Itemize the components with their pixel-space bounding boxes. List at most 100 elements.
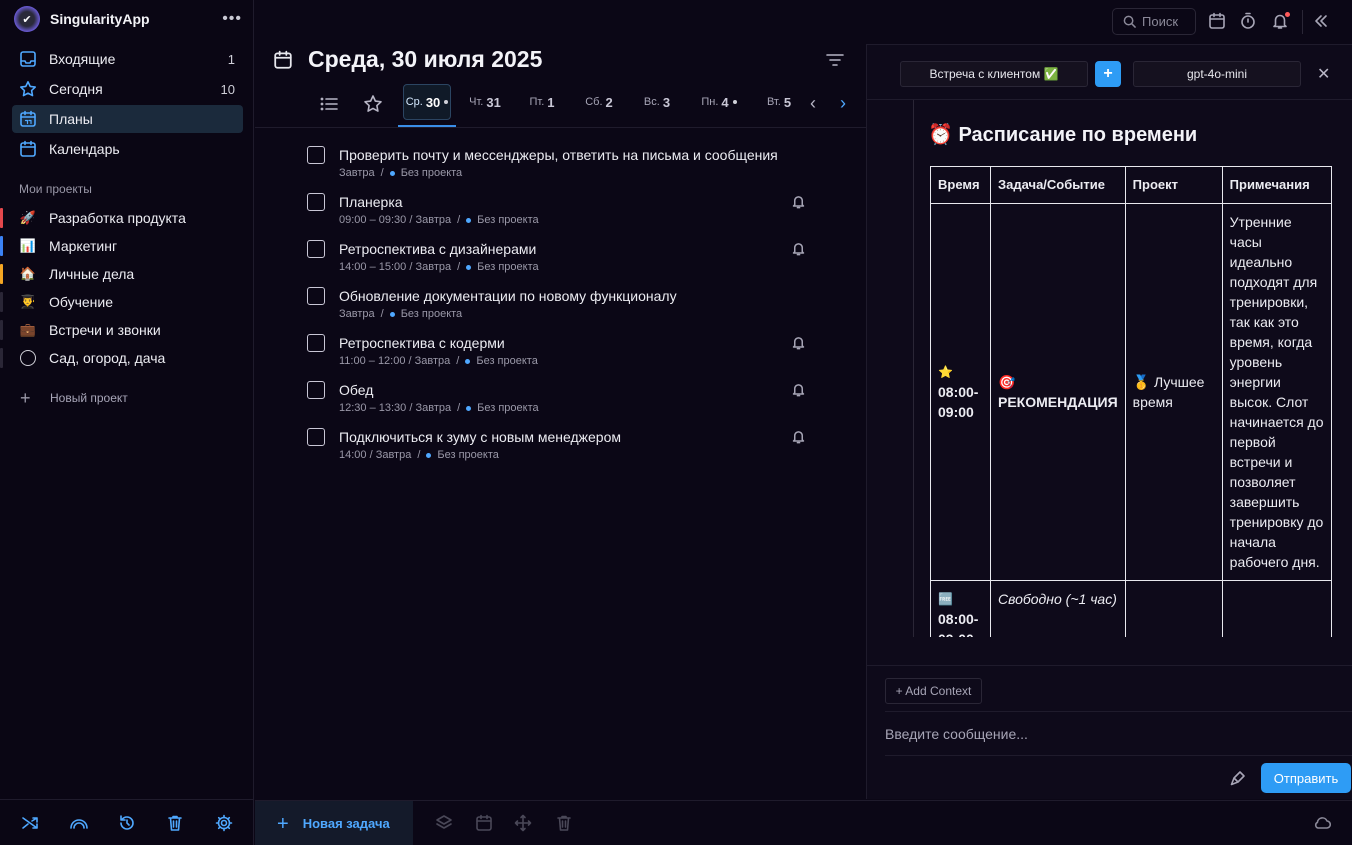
search-box[interactable] — [1112, 8, 1196, 35]
day-tab-sun-3[interactable]: Вс. 3 — [637, 84, 677, 120]
task-item[interactable]: Ретроспектива с дизайнерами 14:00 – 15:0… — [307, 240, 807, 280]
nav-count: 10 — [220, 81, 235, 97]
trash-icon[interactable] — [164, 812, 186, 834]
task-item[interactable]: Обед 12:30 – 13:30 / Завтра / Без проекта — [307, 381, 807, 421]
new-project-button[interactable]: + Новый проект — [20, 389, 128, 407]
task-checkbox[interactable] — [307, 428, 325, 446]
task-title[interactable]: Подключиться к зуму с новым менеджером — [339, 429, 621, 445]
ai-response-content[interactable]: ⏰ Расписание по времени Время Задача/Соб… — [913, 100, 1332, 637]
table-cell-task: Свободно (~1 час) — [990, 580, 1126, 637]
project-item-personal[interactable]: 🏠 Личные дела — [0, 260, 250, 288]
nav-calendar[interactable]: Календарь — [12, 135, 243, 163]
sidebar: ✔ SingularityApp ••• Входящие 1 Сегодня … — [0, 0, 254, 845]
task-time: 12:30 – 13:30 / Завтра — [339, 402, 452, 414]
send-button[interactable]: Отправить — [1261, 763, 1351, 793]
search-icon — [1123, 15, 1136, 28]
divider — [885, 755, 1352, 756]
day-tab-tue-5[interactable]: Вт. 5 — [758, 84, 800, 120]
add-context-button[interactable]: + Add Context — [885, 678, 982, 704]
project-item-meetings[interactable]: 💼 Встречи и звонки — [0, 316, 250, 344]
history-icon[interactable] — [116, 812, 138, 834]
more-options-icon[interactable]: ••• — [222, 10, 242, 28]
model-selector[interactable]: gpt-4o-mini — [1133, 61, 1301, 87]
ai-panel-header: Встреча с клиентом ✅ + gpt-4o-mini ✕ — [867, 45, 1352, 100]
project-item-marketing[interactable]: 📊 Маркетинг — [0, 232, 250, 260]
task-title[interactable]: Ретроспектива с дизайнерами — [339, 241, 536, 257]
project-item-education[interactable]: 👨‍🎓 Обучение — [0, 288, 250, 316]
day-number: 1 — [547, 94, 555, 110]
star-icon[interactable] — [363, 94, 383, 114]
task-checkbox[interactable] — [307, 146, 325, 164]
task-item[interactable]: Проверить почту и мессенджеры, ответить … — [307, 146, 807, 186]
search-input[interactable] — [1142, 14, 1192, 29]
day-of-week: Вт. — [766, 96, 781, 108]
ai-assistant-panel: Встреча с клиентом ✅ + gpt-4o-mini ✕ ⏰ Р… — [866, 44, 1352, 799]
task-checkbox[interactable] — [307, 287, 325, 305]
task-checkbox[interactable] — [307, 193, 325, 211]
bell-icon[interactable] — [791, 194, 806, 209]
add-context-plus-button[interactable]: + — [1095, 61, 1121, 87]
bell-icon[interactable] — [791, 382, 806, 397]
filter-icon[interactable] — [826, 52, 844, 68]
projects-section-title: Мои проекты — [19, 182, 92, 196]
bell-icon[interactable] — [791, 335, 806, 350]
close-icon[interactable]: ✕ — [1317, 64, 1330, 84]
plus-icon: + — [277, 812, 289, 835]
task-item[interactable]: Подключиться к зуму с новым менеджером 1… — [307, 428, 807, 468]
task-item[interactable]: Планерка 09:00 – 09:30 / Завтра / Без прое… — [307, 193, 807, 233]
task-meta: 14:00 / Завтра / Без проекта — [339, 449, 499, 461]
task-checkbox[interactable] — [307, 381, 325, 399]
table-cell-project: 🥇 Лучшее время — [1124, 203, 1223, 581]
task-title[interactable]: Обновление документации по новому функци… — [339, 288, 677, 304]
microphone-icon[interactable] — [1230, 770, 1246, 786]
new-task-label: Новая задача — [302, 816, 390, 831]
project-item-garden[interactable]: Сад, огород, дача — [0, 344, 250, 372]
rainbow-icon[interactable] — [68, 812, 90, 834]
task-title[interactable]: Обед — [339, 382, 373, 398]
shuffle-icon[interactable] — [19, 812, 41, 834]
move-icon[interactable] — [514, 814, 532, 832]
nav-inbox[interactable]: Входящие 1 — [12, 45, 243, 73]
calendar-date-icon — [18, 109, 38, 129]
collapse-left-icon[interactable] — [1312, 12, 1330, 30]
task-checkbox[interactable] — [307, 334, 325, 352]
prev-week-arrow-icon[interactable]: ‹ — [810, 93, 816, 114]
day-tab-sat-2[interactable]: Сб. 2 — [578, 84, 620, 120]
nav-label: Сегодня — [49, 81, 103, 97]
task-project: Без проекта — [400, 308, 463, 320]
bell-icon[interactable] — [791, 429, 806, 444]
new-task-button[interactable]: + Новая задача — [255, 801, 413, 845]
project-item-product-dev[interactable]: 🚀 Разработка продукта — [0, 204, 250, 232]
day-tab-mon-4[interactable]: Пн. 4 — [694, 84, 744, 120]
rocket-icon: 🚀 — [19, 210, 37, 225]
timer-icon[interactable] — [1239, 12, 1257, 30]
next-week-arrow-icon[interactable]: › — [840, 93, 846, 114]
task-item[interactable]: Обновление документации по новому функци… — [307, 287, 807, 327]
sidebar-footer — [0, 799, 254, 845]
day-tab-wed-30[interactable]: Ср. 30 — [403, 84, 451, 120]
calendar-icon[interactable] — [273, 50, 293, 70]
calendar-icon[interactable] — [1208, 12, 1226, 30]
calendar-icon[interactable] — [475, 814, 493, 832]
message-input[interactable] — [885, 720, 1335, 748]
task-checkbox[interactable] — [307, 240, 325, 258]
day-tab-thu-31[interactable]: Чт. 31 — [462, 84, 508, 120]
task-title[interactable]: Ретроспектива с кодерми — [339, 335, 505, 351]
layers-icon[interactable] — [435, 814, 453, 832]
context-task-pill[interactable]: Встреча с клиентом ✅ — [900, 61, 1088, 87]
gear-icon[interactable] — [213, 812, 235, 834]
trash-icon[interactable] — [555, 814, 573, 832]
nav-today[interactable]: Сегодня 10 — [12, 75, 243, 103]
bell-icon[interactable] — [791, 241, 806, 256]
nav-plans[interactable]: Планы — [12, 105, 243, 133]
notification-dot — [1285, 12, 1290, 17]
project-label: Разработка продукта — [49, 210, 186, 226]
task-time: 09:00 – 09:30 / Завтра — [339, 214, 452, 226]
task-title[interactable]: Планерка — [339, 194, 403, 210]
task-item[interactable]: Ретроспектива с кодерми 11:00 – 12:00 / … — [307, 334, 807, 374]
main-divider — [255, 127, 866, 128]
cloud-icon[interactable] — [1313, 815, 1331, 831]
list-icon[interactable] — [319, 94, 339, 114]
task-title[interactable]: Проверить почту и мессенджеры, ответить … — [339, 147, 778, 163]
day-tab-fri-1[interactable]: Пт. 1 — [522, 84, 562, 120]
